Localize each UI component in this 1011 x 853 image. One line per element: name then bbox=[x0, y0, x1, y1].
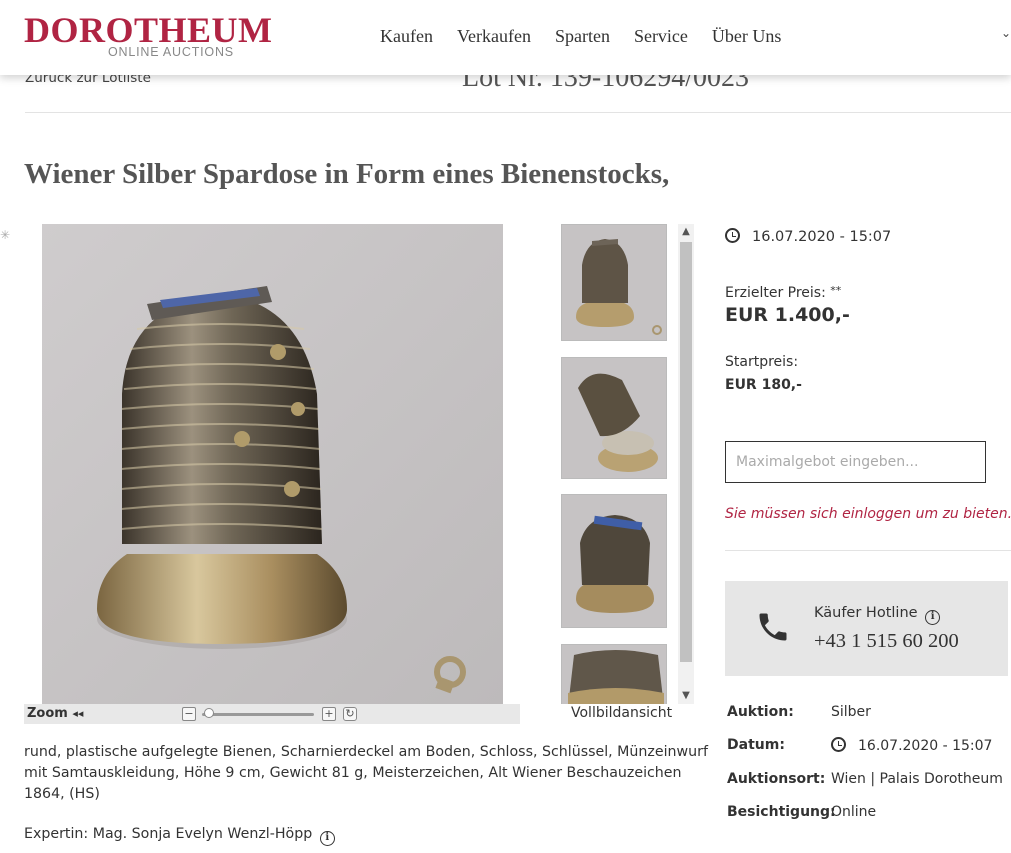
price-footnote-marker: ** bbox=[830, 284, 842, 297]
hotline-label: Käufer Hotline i bbox=[814, 605, 941, 625]
thumbnail-1[interactable] bbox=[561, 224, 667, 341]
hotline-number[interactable]: +43 1 515 60 200 bbox=[814, 630, 959, 653]
info-icon[interactable]: i bbox=[319, 831, 335, 846]
logo-wordmark: DOROTHEUM bbox=[24, 10, 273, 50]
scrollbar-thumb[interactable] bbox=[680, 242, 692, 662]
auction-date-text: 16.07.2020 - 15:07 bbox=[752, 229, 892, 245]
logo-subtitle: ONLINE AUCTIONS bbox=[108, 45, 234, 59]
nav-verkaufen[interactable]: Verkaufen bbox=[457, 26, 531, 47]
fullscreen-view-link[interactable]: Vollbildansicht bbox=[571, 705, 672, 721]
nav-service[interactable]: Service bbox=[634, 26, 688, 47]
nav-sparten[interactable]: Sparten bbox=[555, 26, 610, 47]
achieved-price-value: EUR 1.400,- bbox=[725, 304, 850, 326]
start-price-value: EUR 180,- bbox=[725, 377, 802, 393]
max-bid-input[interactable] bbox=[725, 441, 986, 483]
thumbnail-image bbox=[576, 515, 654, 613]
clock-icon bbox=[831, 737, 846, 752]
zoom-slider-handle[interactable] bbox=[204, 708, 214, 718]
collapse-arrows-icon: ◂◂ bbox=[72, 707, 84, 720]
thumbnail-2[interactable] bbox=[561, 357, 667, 479]
previous-arrow-icon[interactable]: ✳ bbox=[0, 228, 10, 242]
nav-kaufen[interactable]: Kaufen bbox=[380, 26, 433, 47]
thumbnail-4[interactable] bbox=[561, 644, 667, 704]
clock-icon bbox=[725, 228, 740, 243]
detail-key: Besichtigung: bbox=[727, 804, 836, 820]
zoom-control: − + ↻ bbox=[182, 707, 362, 721]
detail-value: 16.07.2020 - 15:07 bbox=[831, 737, 992, 754]
chevron-down-icon[interactable]: ⌄ bbox=[1001, 26, 1011, 40]
zoom-out-button[interactable]: − bbox=[182, 707, 196, 721]
detail-value: Wien | Palais Dorotheum bbox=[831, 771, 1003, 787]
detail-key: Datum: bbox=[727, 737, 785, 753]
zoom-in-button[interactable]: + bbox=[322, 707, 336, 721]
zoom-label[interactable]: Zoom ◂◂ bbox=[27, 706, 83, 721]
detail-key: Auktion: bbox=[727, 704, 794, 720]
dorotheum-logo[interactable]: DOROTHEUM ONLINE AUCTIONS bbox=[24, 10, 273, 59]
thumbnail-image bbox=[568, 650, 664, 704]
site-header: DOROTHEUM ONLINE AUCTIONS Kaufen Verkauf… bbox=[0, 0, 1011, 75]
lot-title: Wiener Silber Spardose in Form eines Bie… bbox=[24, 158, 670, 190]
thumbnail-image bbox=[576, 239, 662, 335]
achieved-price-label: Erzielter Preis: ** bbox=[725, 284, 842, 301]
detail-key: Auktionsort: bbox=[727, 771, 826, 787]
divider bbox=[725, 550, 1011, 551]
lot-description: rund, plastische aufgelegte Bienen, Scha… bbox=[24, 744, 708, 802]
beehive-moneybox-image bbox=[42, 224, 503, 704]
thumbnail-list bbox=[559, 224, 669, 704]
zoom-reset-icon[interactable]: ↻ bbox=[343, 707, 357, 721]
auction-date: 16.07.2020 - 15:07 bbox=[725, 228, 891, 245]
scroll-down-icon[interactable]: ▼ bbox=[678, 688, 694, 704]
login-warning: Sie müssen sich einloggen um zu bieten. bbox=[725, 506, 1011, 522]
scroll-up-icon[interactable]: ▲ bbox=[678, 224, 694, 240]
nav-ueber-uns[interactable]: Über Uns bbox=[712, 26, 782, 47]
zoom-toolbar: Zoom ◂◂ − + ↻ bbox=[24, 704, 520, 724]
main-nav: Kaufen Verkaufen Sparten Service Über Un… bbox=[380, 26, 781, 47]
info-icon[interactable]: i bbox=[925, 610, 941, 625]
thumbnail-3[interactable] bbox=[561, 494, 667, 628]
divider bbox=[25, 112, 1011, 113]
thumbnail-scrollbar[interactable]: ▲ ▼ bbox=[678, 224, 694, 704]
phone-icon bbox=[759, 613, 787, 641]
expert-line: Expertin: Mag. Sonja Evelyn Wenzl-Höpp i bbox=[24, 826, 335, 846]
thumbnail-image bbox=[578, 373, 658, 472]
detail-value[interactable]: Silber bbox=[831, 704, 871, 720]
detail-value: Online bbox=[831, 804, 877, 820]
main-product-image[interactable] bbox=[42, 224, 503, 704]
expert-name: Expertin: Mag. Sonja Evelyn Wenzl-Höpp bbox=[24, 826, 313, 842]
buyer-hotline-box: Käufer Hotline i +43 1 515 60 200 bbox=[725, 581, 1008, 676]
zoom-slider-track[interactable] bbox=[202, 713, 314, 716]
start-price-label: Startpreis: bbox=[725, 354, 799, 370]
